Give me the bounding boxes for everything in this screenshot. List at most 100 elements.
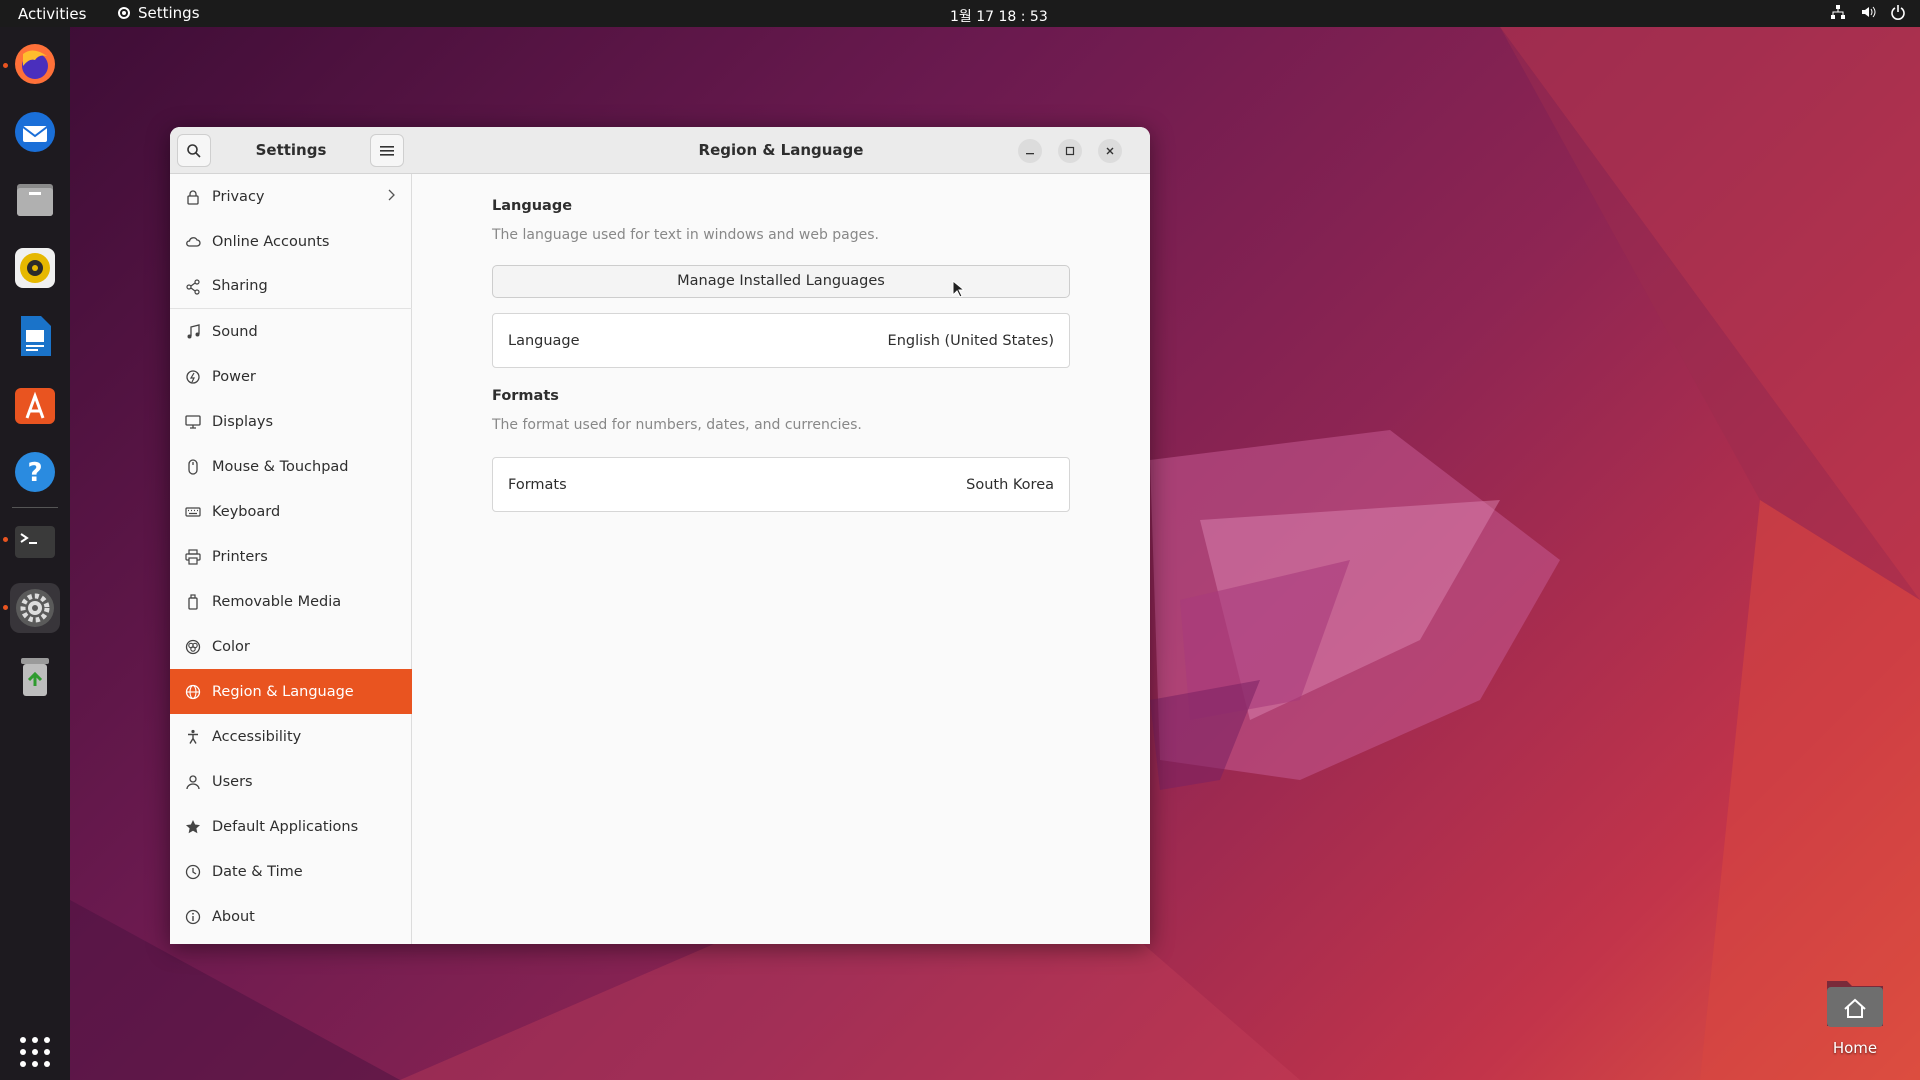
app-grid-icon	[20, 1037, 50, 1067]
sidebar-item-label: Displays	[212, 413, 274, 430]
dock-app-center[interactable]	[10, 379, 60, 429]
accessibility-icon	[184, 728, 202, 746]
sidebar-item-label: Date & Time	[212, 863, 303, 880]
sidebar-item-label: Sharing	[212, 278, 268, 294]
share-icon	[184, 278, 202, 296]
main-header: Region & Language	[412, 127, 1150, 174]
formats-section-title: Formats	[492, 388, 559, 404]
sidebar-item-color[interactable]: Color	[170, 624, 412, 669]
sidebar-item-label: Accessibility	[212, 728, 302, 745]
sidebar-item-label: Online Accounts	[212, 233, 330, 250]
home-folder-icon	[1827, 981, 1883, 1027]
sidebar-nav: Privacy Online Accounts Sharing Sound Po…	[170, 174, 412, 939]
power-icon	[184, 368, 202, 386]
sidebar-item-displays[interactable]: Displays	[170, 399, 412, 444]
sidebar-item-power[interactable]: Power	[170, 354, 412, 399]
manage-installed-languages-button[interactable]: Manage Installed Languages	[492, 265, 1070, 298]
sidebar-item-label: About	[212, 908, 255, 925]
display-icon	[184, 413, 202, 431]
system-tray[interactable]	[1830, 4, 1906, 20]
star-icon	[184, 818, 202, 836]
language-row[interactable]: Language English (United States)	[492, 313, 1070, 368]
close-button[interactable]	[1098, 139, 1122, 163]
settings-window: Settings Privacy Online Accounts Sharing	[170, 127, 1150, 944]
sidebar-item-accessibility[interactable]: Accessibility	[170, 714, 412, 759]
thunderbird-icon	[15, 112, 55, 152]
sidebar: Settings Privacy Online Accounts Sharing	[170, 127, 412, 944]
terminal-icon	[15, 526, 55, 558]
sidebar-header: Settings	[170, 127, 412, 174]
language-section-title: Language	[492, 198, 573, 214]
hamburger-menu-icon	[380, 145, 394, 156]
mouse-cursor-icon	[952, 280, 964, 298]
maximize-button[interactable]	[1058, 139, 1082, 163]
desktop-home[interactable]: Home	[1820, 975, 1890, 1057]
usb-drive-icon	[184, 593, 202, 611]
sidebar-item-label: Privacy	[212, 188, 265, 205]
formats-row[interactable]: Formats South Korea	[492, 457, 1070, 512]
top-bar: Activities Settings 1월 17 18 : 53	[0, 0, 1920, 27]
dock: ?	[0, 27, 70, 1080]
sidebar-item-printers[interactable]: Printers	[170, 534, 412, 579]
close-icon	[1106, 147, 1114, 155]
app-menu[interactable]: Settings	[116, 4, 200, 22]
menu-button[interactable]	[370, 134, 404, 167]
sidebar-item-mouse-touchpad[interactable]: Mouse & Touchpad	[170, 444, 412, 489]
running-indicator	[3, 63, 8, 68]
dock-rhythmbox[interactable]	[10, 243, 60, 293]
maximize-icon	[1065, 146, 1075, 156]
sidebar-item-label: Printers	[212, 548, 268, 565]
cloud-icon	[184, 233, 202, 251]
activities-button[interactable]: Activities	[18, 5, 86, 23]
language-row-label: Language	[508, 332, 580, 349]
dock-terminal[interactable]	[10, 517, 60, 567]
sidebar-item-label: Users	[212, 773, 253, 790]
music-note-icon	[184, 323, 202, 341]
sidebar-item-region-language[interactable]: Region & Language	[170, 669, 412, 714]
printer-icon	[184, 548, 202, 566]
network-icon	[1831, 5, 1845, 19]
keyboard-icon	[184, 503, 202, 521]
dock-help[interactable]: ?	[10, 447, 60, 497]
sidebar-item-sharing[interactable]: Sharing	[170, 264, 412, 309]
volume-icon	[1862, 6, 1876, 18]
sidebar-item-keyboard[interactable]: Keyboard	[170, 489, 412, 534]
sidebar-item-users[interactable]: Users	[170, 759, 412, 804]
sidebar-item-label: Mouse & Touchpad	[212, 458, 349, 475]
sidebar-item-label: Removable Media	[212, 593, 342, 610]
dock-thunderbird[interactable]	[10, 107, 60, 157]
language-row-value: English (United States)	[887, 332, 1054, 349]
files-icon	[17, 184, 53, 216]
dock-firefox[interactable]	[10, 39, 60, 89]
main-content: Language The language used for text in w…	[412, 174, 1150, 944]
sidebar-item-online-accounts[interactable]: Online Accounts	[170, 219, 412, 264]
show-apps-button[interactable]	[10, 1027, 60, 1077]
writer-icon	[21, 316, 51, 356]
user-icon	[184, 773, 202, 791]
sidebar-item-sound[interactable]: Sound	[170, 309, 412, 354]
desktop-home-label: Home	[1832, 1039, 1878, 1057]
clock[interactable]: 1월 17 18 : 53	[950, 6, 1048, 26]
sidebar-item-removable-media[interactable]: Removable Media	[170, 579, 412, 624]
dock-writer[interactable]	[10, 311, 60, 361]
sidebar-item-label: Power	[212, 368, 256, 385]
power-menu-icon	[1891, 5, 1905, 20]
svg-text:?: ?	[27, 458, 42, 488]
dock-settings[interactable]	[10, 583, 60, 633]
trash-icon	[21, 658, 49, 696]
sidebar-item-privacy[interactable]: Privacy	[170, 174, 412, 219]
rhythmbox-icon	[15, 248, 55, 288]
sidebar-item-label: Region & Language	[212, 683, 354, 700]
sidebar-item-about[interactable]: About	[170, 894, 412, 939]
lock-icon	[184, 188, 202, 206]
sidebar-item-default-applications[interactable]: Default Applications	[170, 804, 412, 849]
sidebar-item-date-time[interactable]: Date & Time	[170, 849, 412, 894]
dock-trash[interactable]	[10, 651, 60, 701]
globe-icon	[184, 683, 202, 701]
minimize-icon	[1026, 153, 1034, 155]
info-icon	[184, 908, 202, 926]
minimize-button[interactable]	[1018, 139, 1042, 163]
dock-files[interactable]	[10, 175, 60, 225]
dock-separator	[12, 507, 58, 508]
formats-section-subtitle: The format used for numbers, dates, and …	[492, 417, 862, 433]
